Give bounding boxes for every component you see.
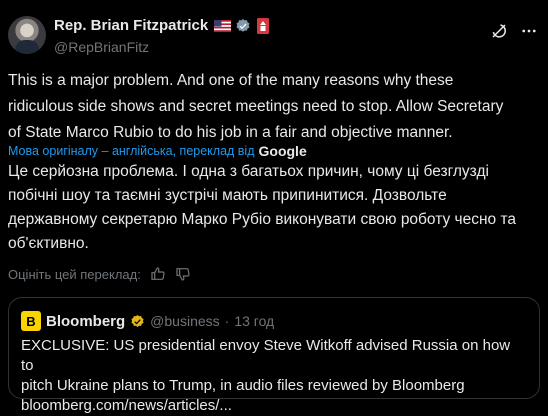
- author-name-row: Rep. Brian Fitzpatrick: [54, 17, 270, 34]
- thumbs-up-icon[interactable]: [150, 266, 166, 282]
- tweet-header: Rep. Brian Fitzpatrick @RepBrianFitz: [8, 14, 540, 58]
- quoted-post-time: 13 год: [234, 313, 275, 329]
- thumbs-down-icon[interactable]: [175, 266, 191, 282]
- quoted-author-name: Bloomberg: [46, 312, 126, 330]
- quoted-post-text: EXCLUSIVE: US presidential envoy Steve W…: [21, 337, 511, 414]
- google-brand: Google: [258, 143, 307, 159]
- translated-text: Це серйозна проблема. І одна з багатьох …: [8, 163, 517, 252]
- verified-gray-icon[interactable]: [235, 18, 251, 34]
- flag-usa-icon: [214, 19, 232, 32]
- translation-attribution[interactable]: Мова оригіналу – англійська, переклад ві…: [8, 143, 307, 159]
- verified-gold-icon: [131, 314, 144, 327]
- quoted-post[interactable]: B Bloomberg @business · 13 год EXCLUSIVE…: [8, 297, 540, 414]
- tweet-text: This is a major problem. And one of the …: [8, 72, 504, 141]
- translation-attribution-label[interactable]: Мова оригіналу – англійська, переклад ві…: [8, 144, 255, 158]
- separator-dot: ·: [224, 313, 230, 329]
- rate-translation-label: Оцініть цей переклад:: [8, 266, 141, 282]
- bloomberg-logo: B: [21, 311, 41, 331]
- congress-badge-icon[interactable]: [257, 17, 270, 34]
- quoted-post-header: B Bloomberg @business · 13 год: [21, 311, 274, 331]
- avatar[interactable]: [8, 16, 46, 54]
- grok-icon[interactable]: [490, 22, 508, 40]
- author-name[interactable]: Rep. Brian Fitzpatrick: [54, 17, 208, 34]
- author-handle[interactable]: @RepBrianFitz: [54, 39, 149, 55]
- more-icon[interactable]: [520, 22, 538, 40]
- rate-translation-row: Оцініть цей переклад:: [8, 266, 191, 282]
- quoted-author-handle: @business: [150, 313, 220, 329]
